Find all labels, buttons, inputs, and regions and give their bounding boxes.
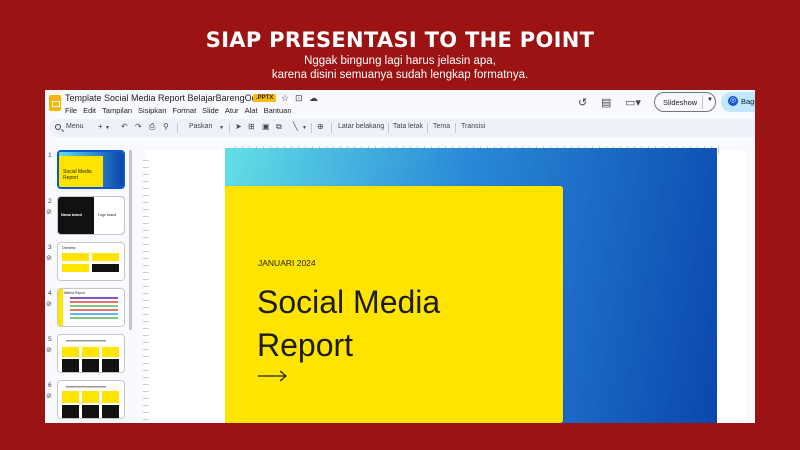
thumbnail-5-art	[58, 335, 124, 372]
slide-number: 1	[48, 152, 52, 159]
arrow-right-icon[interactable]	[258, 370, 288, 382]
undo-icon[interactable]: ↶	[121, 122, 128, 131]
thumbnail-2-brand-name: Nama brand	[61, 213, 82, 217]
menu-tools[interactable]: Alat	[245, 106, 258, 115]
menu-arrange[interactable]: Atur	[225, 106, 239, 115]
background-button[interactable]: Latar belakang	[338, 123, 384, 130]
toolbar-divider	[229, 123, 230, 133]
slide-number: 5	[48, 336, 52, 343]
link-icon: ⊘	[46, 255, 52, 262]
slide-title-line-1: Social Media	[257, 284, 441, 320]
banner-subtitle-1: Nggak bingung lagi harus jelasin apa,	[304, 55, 496, 67]
slide-thumbnail-2[interactable]: Nama brand Logo brand	[57, 196, 125, 235]
share-button[interactable]: ◎ Bagik	[721, 92, 755, 112]
slide-filmstrip: 1 Social Media Report 2 ⊘ Nama brand Log…	[45, 140, 133, 423]
slide-number: 6	[48, 382, 52, 389]
star-icon[interactable]: ☆	[281, 93, 289, 104]
slides-logo-icon[interactable]	[49, 95, 61, 111]
slide-title-line-2: Report	[257, 327, 354, 363]
print-icon[interactable]: ⎙	[149, 122, 155, 132]
title-bar: Template Social Media Report BelajarBare…	[45, 90, 755, 119]
cloud-status-icon[interactable]: ☁	[309, 93, 318, 104]
history-icon[interactable]: ↺	[578, 96, 587, 109]
slide-thumbnail-6[interactable]	[57, 380, 125, 419]
link-icon: ⊘	[46, 209, 52, 216]
link-icon: ⊘	[46, 347, 52, 354]
zoom-select[interactable]: Paskan	[189, 123, 212, 130]
toolbar-divider	[311, 123, 312, 133]
menu-view[interactable]: Tampilan	[102, 106, 132, 115]
file-type-badge: .PPTX	[253, 94, 277, 102]
slide-number: 4	[48, 290, 52, 297]
menu-format[interactable]: Format	[172, 106, 196, 115]
toolbar-divider	[455, 123, 456, 133]
text-box-icon[interactable]: ⊞	[248, 122, 255, 131]
slides-app-window: Template Social Media Report BelajarBare…	[45, 90, 755, 423]
thumbnail-4-title: Metrics Report	[64, 291, 85, 295]
select-cursor-icon[interactable]: ➤	[235, 122, 242, 131]
title-card[interactable]: JANUARI 2024 Social Media Report	[225, 186, 563, 423]
vertical-ruler[interactable]	[143, 160, 149, 423]
redo-icon[interactable]: ↷	[135, 122, 142, 131]
menu-help[interactable]: Bantuan	[264, 106, 292, 115]
image-icon[interactable]: ▣	[262, 122, 270, 131]
slide-thumbnail-5[interactable]	[57, 334, 125, 373]
banner-subtitle-2: karena disini semuanya sudah lengkap for…	[271, 69, 529, 81]
thumbnail-2-brand-logo: Logo brand	[98, 213, 117, 217]
menu-insert[interactable]: Sisipkan	[138, 106, 166, 115]
slide-date-text[interactable]: JANUARI 2024	[258, 258, 316, 268]
shape-icon[interactable]: ⧉	[276, 122, 282, 132]
slide-editor: JANUARI 2024 Social Media Report	[135, 140, 755, 423]
current-slide[interactable]: JANUARI 2024 Social Media Report	[225, 148, 717, 423]
globe-icon: ◎	[728, 96, 738, 106]
slide-number: 3	[48, 244, 52, 251]
add-comment-icon[interactable]: ⊕	[317, 122, 324, 131]
chevron-down-icon[interactable]: ▼	[105, 125, 110, 131]
new-slide-plus-icon[interactable]: +	[98, 122, 103, 131]
slide-thumbnail-4[interactable]: Metrics Report	[57, 288, 125, 327]
toolbar-divider	[388, 123, 389, 133]
theme-button[interactable]: Tema	[433, 123, 450, 130]
toolbar: Menu + ▼ ↶ ↷ ⎙ ⚲ Paskan ▼ ➤ ⊞ ▣ ⧉ ╲ ▼ ⊕ …	[49, 119, 755, 137]
transition-button[interactable]: Transisi	[461, 123, 485, 130]
toolbar-divider	[177, 123, 178, 133]
chevron-down-icon[interactable]: ▼	[219, 125, 224, 131]
search-menus-input[interactable]: Menu	[66, 123, 84, 130]
chevron-down-icon[interactable]: ▼	[302, 125, 307, 131]
comments-icon[interactable]: ▤	[601, 96, 611, 109]
meet-video-icon[interactable]: ▭▾	[625, 96, 641, 109]
menu-file[interactable]: File	[65, 106, 77, 115]
document-title[interactable]: Template Social Media Report BelajarBare…	[65, 93, 267, 103]
paint-format-icon[interactable]: ⚲	[163, 122, 169, 131]
search-icon[interactable]	[55, 124, 61, 130]
thumbnail-3-title: Overview	[62, 246, 76, 250]
menu-edit[interactable]: Edit	[83, 106, 96, 115]
move-folder-icon[interactable]: ⊡	[295, 93, 303, 104]
slide-number: 2	[48, 198, 52, 205]
banner-headline: SIAP PRESENTASI TO THE POINT	[205, 28, 595, 52]
toolbar-divider	[427, 123, 428, 133]
slide-title-text[interactable]: Social Media Report	[257, 281, 440, 367]
menu-bar: File Edit Tampilan Sisipkan Format Slide…	[65, 106, 292, 115]
filmstrip-scrollbar[interactable]	[129, 150, 132, 330]
layout-button[interactable]: Tata letak	[393, 123, 423, 130]
menu-slide[interactable]: Slide	[202, 106, 219, 115]
link-icon: ⊘	[46, 301, 52, 308]
slideshow-button[interactable]: Slideshow ▼	[654, 92, 716, 112]
slide-thumbnail-1[interactable]: Social Media Report	[57, 150, 125, 189]
toolbar-divider	[331, 123, 332, 133]
line-icon[interactable]: ╲	[293, 122, 298, 131]
slideshow-label: Slideshow	[663, 98, 698, 107]
share-label: Bagik	[741, 97, 755, 106]
thumbnail-6-art	[58, 381, 124, 418]
link-icon: ⊘	[46, 393, 52, 400]
slideshow-separator	[702, 95, 703, 109]
slide-thumbnail-3[interactable]: Overview	[57, 242, 125, 281]
thumbnail-1-title: Social Media Report	[63, 169, 92, 181]
chevron-down-icon[interactable]: ▼	[707, 97, 713, 103]
